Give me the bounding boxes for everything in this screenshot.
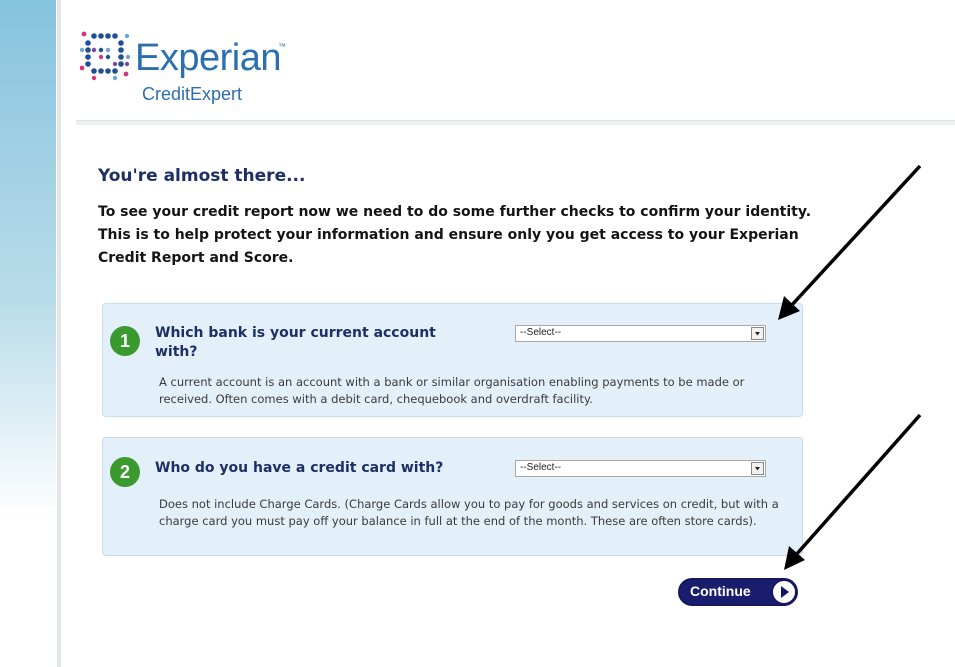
question-description: A current account is an account with a b…: [159, 375, 745, 406]
experian-dots-logo-icon: [80, 31, 131, 81]
step-number-badge: 1: [110, 326, 140, 356]
question-title: Who do you have a credit card with?: [155, 460, 444, 476]
product-name: CreditExpert: [142, 84, 243, 104]
left-divider: [57, 0, 61, 667]
arrow-to-continue-icon: [784, 413, 922, 570]
continue-button[interactable]: Continue: [678, 578, 798, 606]
continue-label: Continue: [690, 583, 751, 599]
intro-text: To see your credit report now we need to…: [98, 204, 812, 266]
select-value: --Select--: [520, 327, 562, 338]
play-arrow-icon: [771, 579, 797, 605]
dropdown-arrow-icon[interactable]: [751, 462, 764, 475]
select-value: --Select--: [520, 462, 562, 473]
experian-logo[interactable]: Experian ™ CreditExpert: [80, 28, 300, 112]
brand-name: Experian: [135, 37, 281, 79]
question-panel-bank: 1 Which bank is your current account wit…: [102, 303, 803, 417]
header-divider: [76, 120, 955, 125]
left-gradient-band: [0, 0, 56, 667]
bank-select[interactable]: --Select--: [515, 325, 766, 342]
step-number-badge: 2: [110, 457, 140, 487]
question-panel-credit-card: 2 Who do you have a credit card with? --…: [102, 437, 803, 556]
dropdown-arrow-icon[interactable]: [751, 327, 764, 340]
trademark-symbol: ™: [278, 42, 286, 51]
question-title: Which bank is your current account with?: [155, 325, 436, 360]
question-description: Does not include Charge Cards. (Charge C…: [159, 497, 779, 528]
page-title: You're almost there...: [98, 166, 306, 186]
credit-card-select[interactable]: --Select--: [515, 460, 766, 477]
